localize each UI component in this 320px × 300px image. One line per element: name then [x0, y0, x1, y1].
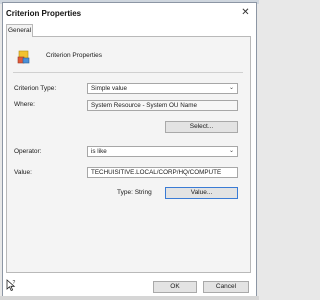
close-icon: ✕	[241, 7, 250, 18]
ok-button[interactable]: OK	[153, 281, 197, 293]
criterion-properties-icon	[17, 50, 30, 64]
operator-value: is like	[91, 148, 107, 155]
type-string-text: Type: String	[117, 189, 152, 196]
where-label: Where:	[14, 101, 35, 108]
window-title: Criterion Properties	[6, 9, 82, 18]
where-field[interactable]: System Resource - System OU Name	[87, 100, 238, 111]
svg-text:?: ?	[13, 280, 16, 286]
select-button[interactable]: Select...	[165, 121, 238, 133]
criterion-type-value: Simple value	[91, 85, 128, 92]
operator-label: Operator:	[14, 148, 42, 155]
value-field[interactable]: TECHUISITIVE.LOCAL/CORP/HQ/COMPUTE	[87, 167, 238, 178]
cancel-button[interactable]: Cancel	[203, 281, 249, 293]
help-cursor-icon[interactable]: ?	[5, 279, 17, 292]
value-button[interactable]: Value...	[165, 187, 238, 199]
header-separator	[13, 72, 243, 73]
chevron-down-icon: ⌄	[228, 148, 234, 154]
chevron-down-icon: ⌄	[228, 85, 234, 91]
close-button[interactable]: ✕	[239, 6, 252, 19]
criterion-type-dropdown[interactable]: Simple value ⌄	[87, 83, 238, 94]
tab-general[interactable]: General	[6, 24, 33, 37]
value-label: Value:	[14, 169, 32, 176]
criterion-type-label: Criterion Type:	[14, 85, 57, 92]
criterion-heading: Criterion Properties	[46, 52, 102, 59]
background-strip-bottom	[0, 296, 259, 300]
operator-dropdown[interactable]: is like ⌄	[87, 146, 238, 157]
